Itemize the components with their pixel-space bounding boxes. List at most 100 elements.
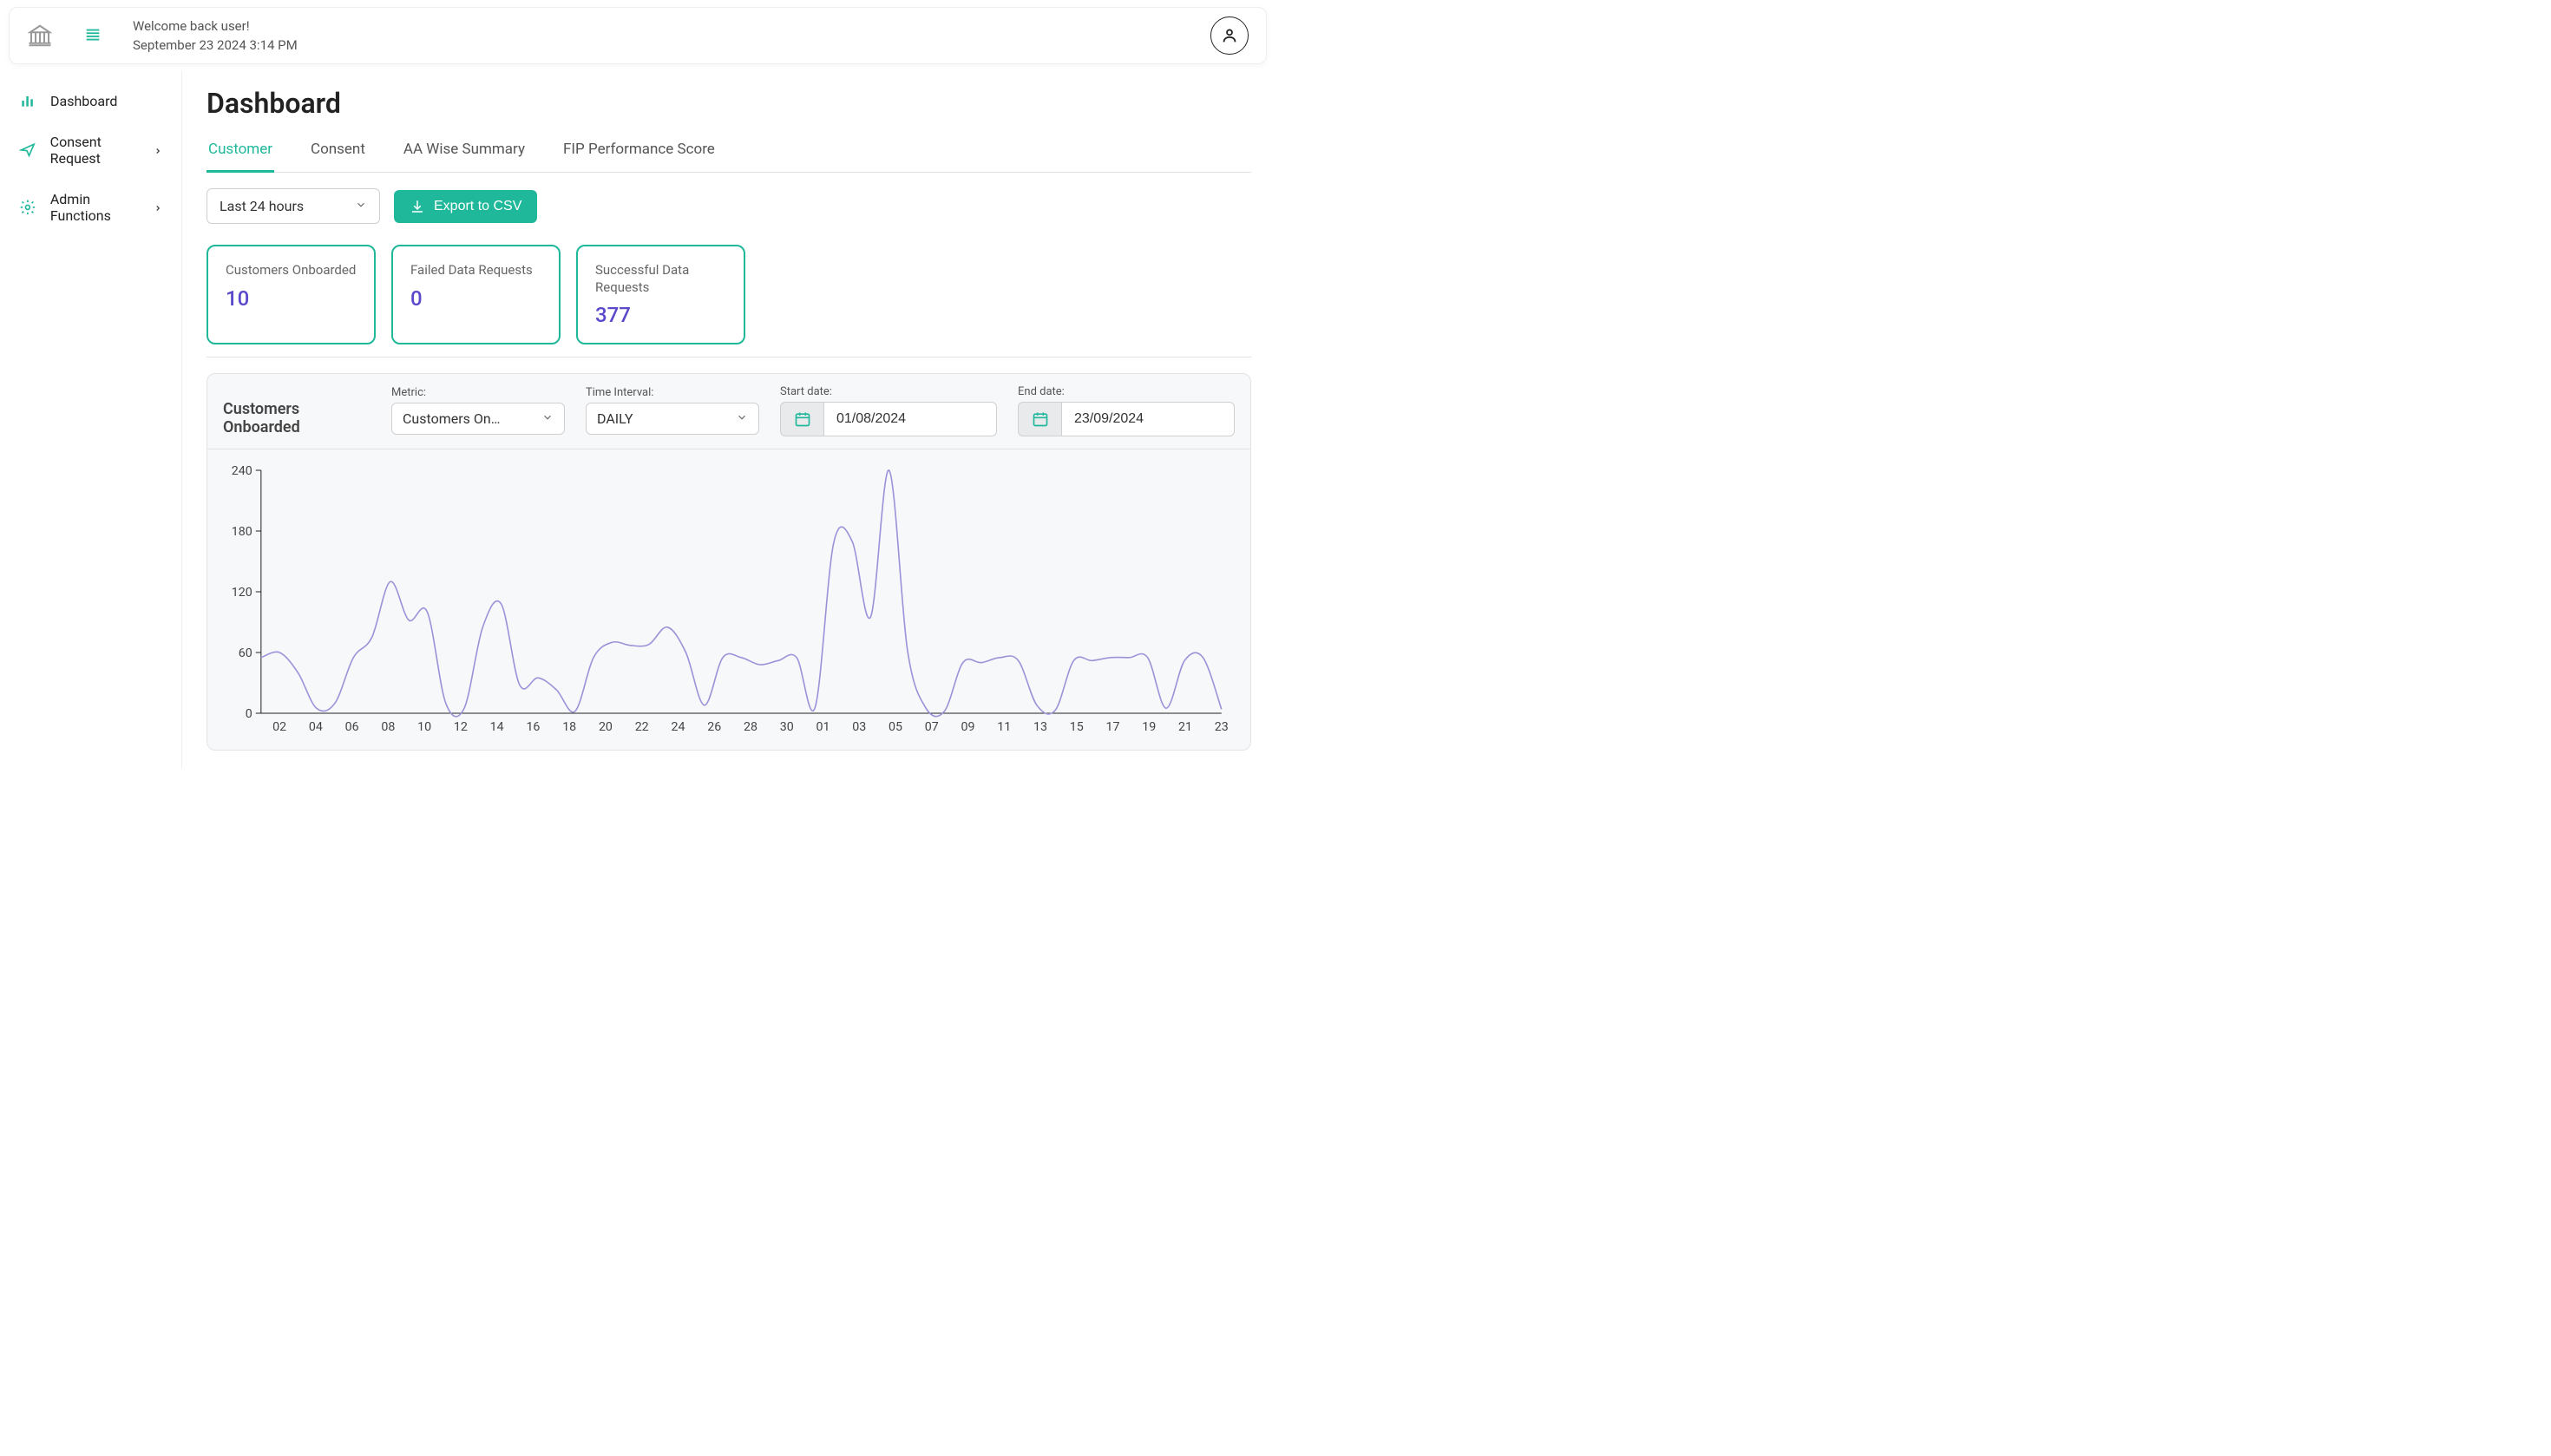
metric-field: Metric: Customers On…	[391, 386, 565, 435]
chevron-down-icon	[355, 198, 367, 214]
svg-text:12: 12	[454, 720, 468, 734]
tabs: Customer Consent AA Wise Summary FIP Per…	[207, 132, 1251, 173]
start-date-calendar-button[interactable]	[780, 402, 823, 436]
stat-value: 377	[595, 303, 726, 327]
sidebar-item-label: Admin Functions	[50, 191, 154, 224]
chart-panel: Customers Onboarded Metric: Customers On…	[207, 373, 1251, 751]
end-date-field: End date:	[1018, 385, 1235, 436]
page-title: Dashboard	[207, 87, 1251, 120]
svg-text:05: 05	[889, 720, 902, 734]
time-range-dropdown[interactable]: Last 24 hours	[207, 188, 380, 224]
start-date-input[interactable]	[823, 402, 997, 436]
sidebar-item-label: Consent Request	[50, 134, 154, 167]
svg-text:20: 20	[599, 720, 613, 734]
controls-row: Last 24 hours Export to CSV	[207, 188, 1251, 224]
svg-text:180: 180	[232, 525, 252, 539]
stat-card-customers-onboarded: Customers Onboarded 10	[207, 245, 376, 344]
svg-text:13: 13	[1033, 720, 1047, 734]
welcome-text: Welcome back user!	[133, 18, 1210, 34]
line-chart: 0 60 120 180 240 02 04 06 08 10 12 14 16 18 20 22 24 26 28…	[213, 462, 1235, 739]
menu-icon[interactable]	[83, 26, 102, 45]
interval-label: Time Interval:	[586, 386, 759, 399]
svg-text:23: 23	[1215, 720, 1229, 734]
interval-dropdown[interactable]: DAILY	[586, 403, 759, 435]
metric-dropdown[interactable]: Customers On…	[391, 403, 565, 435]
chevron-right-icon	[154, 142, 162, 159]
svg-text:14: 14	[490, 720, 504, 734]
tab-aa-wise-summary[interactable]: AA Wise Summary	[402, 132, 527, 172]
datetime-text: September 23 2024 3:14 PM	[133, 37, 1210, 53]
end-date-calendar-button[interactable]	[1018, 402, 1061, 436]
greeting: Welcome back user! September 23 2024 3:1…	[133, 18, 1210, 53]
export-csv-button[interactable]: Export to CSV	[394, 190, 537, 223]
bar-chart-icon	[19, 92, 36, 109]
stat-label: Successful Data Requests	[595, 262, 726, 296]
svg-text:15: 15	[1070, 720, 1084, 734]
gear-icon	[19, 199, 36, 216]
stat-label: Customers Onboarded	[226, 262, 357, 279]
main-content: Dashboard Customer Consent AA Wise Summa…	[182, 71, 1276, 768]
send-icon	[19, 141, 36, 159]
svg-text:0: 0	[246, 707, 252, 721]
svg-text:17: 17	[1106, 720, 1120, 734]
metric-label: Metric:	[391, 386, 565, 399]
profile-button[interactable]	[1210, 16, 1249, 55]
tab-customer[interactable]: Customer	[207, 132, 274, 173]
end-date-label: End date:	[1018, 385, 1235, 398]
svg-text:28: 28	[744, 720, 757, 734]
time-range-selected: Last 24 hours	[220, 198, 304, 214]
sidebar-item-label: Dashboard	[50, 93, 117, 109]
calendar-icon	[1032, 410, 1049, 428]
tab-consent[interactable]: Consent	[309, 132, 367, 172]
topbar: Welcome back user! September 23 2024 3:1…	[9, 7, 1267, 64]
svg-text:08: 08	[381, 720, 395, 734]
chevron-down-icon	[541, 410, 554, 427]
stat-value: 10	[226, 286, 357, 311]
svg-text:02: 02	[272, 720, 286, 734]
sidebar: Dashboard Consent Request Admin Function…	[0, 71, 182, 768]
sidebar-item-admin-functions[interactable]: Admin Functions	[0, 179, 181, 236]
svg-text:21: 21	[1178, 720, 1192, 734]
export-csv-label: Export to CSV	[434, 199, 521, 214]
chevron-right-icon	[154, 200, 162, 216]
bank-icon	[27, 23, 53, 49]
svg-text:16: 16	[526, 720, 540, 734]
svg-text:26: 26	[707, 720, 721, 734]
svg-text:120: 120	[232, 586, 252, 600]
svg-text:240: 240	[232, 464, 252, 478]
interval-selected: DAILY	[597, 410, 633, 427]
svg-text:10: 10	[417, 720, 431, 734]
sidebar-item-dashboard[interactable]: Dashboard	[0, 80, 181, 121]
svg-text:11: 11	[997, 720, 1011, 734]
svg-text:09: 09	[961, 720, 975, 734]
stat-label: Failed Data Requests	[410, 262, 541, 279]
end-date-input[interactable]	[1061, 402, 1235, 436]
svg-text:60: 60	[239, 646, 252, 660]
svg-text:24: 24	[671, 720, 685, 734]
svg-text:01: 01	[816, 720, 830, 734]
start-date-label: Start date:	[780, 385, 997, 398]
sidebar-item-consent-request[interactable]: Consent Request	[0, 121, 181, 179]
chart-header: Customers Onboarded Metric: Customers On…	[207, 374, 1250, 449]
tab-fip-performance[interactable]: FIP Performance Score	[561, 132, 717, 172]
svg-text:19: 19	[1142, 720, 1156, 734]
download-icon	[410, 199, 425, 214]
chart-body: 0 60 120 180 240 02 04 06 08 10 12 14 16 18 20 22 24 26 28…	[207, 449, 1250, 750]
svg-text:07: 07	[925, 720, 939, 734]
svg-text:30: 30	[780, 720, 794, 734]
chevron-down-icon	[736, 410, 748, 427]
svg-text:03: 03	[852, 720, 866, 734]
person-icon	[1220, 26, 1239, 45]
chart-title: Customers Onboarded	[223, 384, 371, 436]
stat-card-failed-data-requests: Failed Data Requests 0	[391, 245, 561, 344]
svg-text:04: 04	[309, 720, 323, 734]
metric-selected: Customers On…	[403, 410, 500, 427]
svg-text:06: 06	[345, 720, 359, 734]
interval-field: Time Interval: DAILY	[586, 386, 759, 435]
topbar-left-icons	[27, 23, 102, 49]
stat-cards: Customers Onboarded 10 Failed Data Reque…	[207, 245, 1251, 344]
stat-value: 0	[410, 286, 541, 311]
svg-text:22: 22	[635, 720, 649, 734]
svg-text:18: 18	[562, 720, 576, 734]
start-date-field: Start date:	[780, 385, 997, 436]
